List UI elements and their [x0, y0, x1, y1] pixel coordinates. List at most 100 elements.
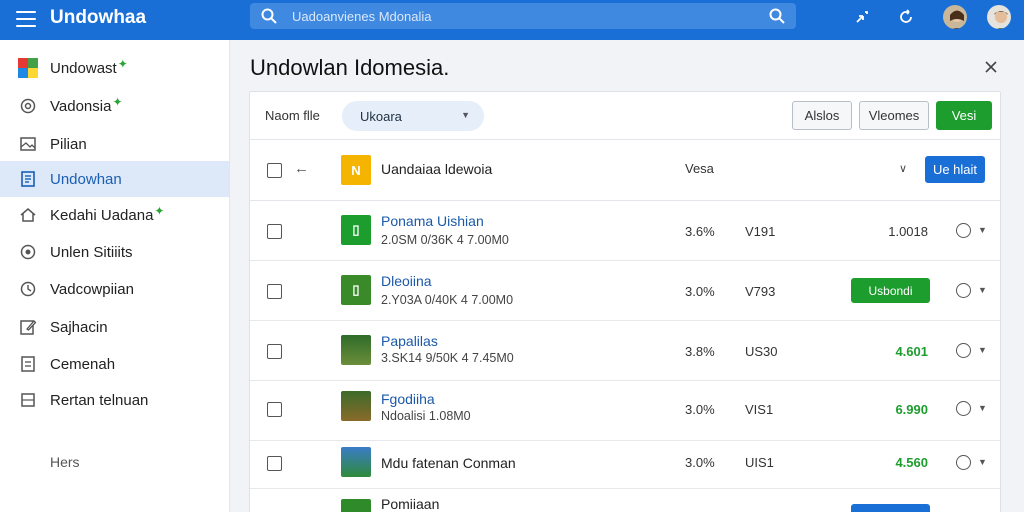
chevron-down-icon[interactable]: ▼ [978, 285, 987, 295]
settings-icon [18, 96, 38, 116]
vleomes-button[interactable]: Vleomes [859, 101, 929, 130]
row-radio[interactable] [956, 223, 971, 238]
sidebar: Undowast ✦ Vadonsia ✦ Pilian Undowhan Keda… [0, 40, 230, 512]
row-checkbox[interactable] [267, 402, 282, 417]
folder-thumbnail: N [341, 155, 371, 185]
row-checkbox[interactable] [267, 344, 282, 359]
row-subtitle: 2.0SM 0/36K 4 7.00M0 [381, 233, 509, 247]
app-title: Undowhaa [50, 7, 147, 28]
table-row[interactable]: Papalilas 3.SK14 9/50K 4 7.45M0 3.8% US3… [250, 321, 1000, 381]
table-row[interactable]: Mdu fatenan Conman 3.0% UIS1 4.560 ▼ [250, 437, 1000, 489]
header-column-label: Vesa [685, 161, 714, 176]
search-submit-icon[interactable] [768, 7, 786, 25]
row-subtitle: 3.SK14 9/50K 4 7.45M0 [381, 351, 514, 365]
top-bar: Undowhaa [0, 0, 1024, 40]
row-checkbox[interactable] [267, 456, 282, 471]
sidebar-item-label: Undowast [50, 59, 117, 77]
row-action-button[interactable]: Usbondi [851, 278, 930, 303]
sparkle-icon: ✦ [112, 95, 123, 109]
home-icon [18, 205, 38, 225]
row-name-link[interactable]: Dleoiina [381, 273, 432, 289]
sparkle-icon: ✦ [154, 204, 165, 218]
expand-icon[interactable] [854, 9, 870, 25]
row-radio[interactable] [956, 455, 971, 470]
sidebar-item-vadonsia[interactable]: Vadonsia ✦ [0, 88, 229, 124]
row-name-link[interactable]: Ponama Uishian [381, 213, 484, 229]
chevron-down-icon[interactable]: ▼ [978, 403, 987, 413]
vesi-button[interactable]: Vesi [936, 101, 992, 130]
row-value: 6.990 [895, 402, 928, 417]
row-name-link[interactable]: Mdu fatenan Conman [381, 455, 516, 471]
header-title: Uandaiaa ldewoia [381, 161, 493, 177]
user-avatar[interactable] [985, 3, 1013, 31]
row-name-link[interactable]: Papalilas [381, 333, 438, 349]
header-action-button[interactable]: Ue hlait [925, 156, 985, 183]
row-code: V793 [745, 284, 776, 299]
refresh-icon[interactable] [898, 9, 914, 25]
row-code: UIS1 [745, 455, 774, 470]
results-panel: Naom flle Ukoara ▼ Alslos Vleomes Vesi ←… [249, 91, 1001, 512]
filter-dropdown-value: Ukoara [360, 108, 402, 124]
sidebar-item-label: Rertan telnuan [50, 391, 149, 409]
row-percent: 3.0% [685, 284, 715, 299]
search-box[interactable] [250, 3, 796, 29]
row-checkbox[interactable] [267, 284, 282, 299]
row-code: US30 [745, 344, 778, 359]
close-icon[interactable] [984, 60, 998, 74]
hamburger-menu-icon[interactable] [16, 11, 36, 27]
sidebar-item-undowast[interactable]: Undowast ✦ [0, 50, 229, 86]
alslos-button[interactable]: Alslos [792, 101, 852, 130]
sidebar-item-unlen-sitiiits[interactable]: Unlen Sitiiits [0, 234, 229, 270]
filter-label: Naom flle [265, 108, 320, 123]
row-code: V191 [745, 224, 776, 239]
row-name-link[interactable]: Fgodiiha [381, 391, 435, 407]
chevron-down-icon[interactable]: ∨ [899, 162, 907, 175]
table-row[interactable]: ▯ Ponama Uishian 2.0SM 0/36K 4 7.00M0 3.… [250, 201, 1000, 261]
row-percent: 3.0% [685, 455, 715, 470]
sidebar-item-label: Undowhan [50, 170, 122, 188]
row-action-button[interactable] [851, 504, 930, 512]
select-all-checkbox[interactable] [267, 163, 282, 178]
row-radio[interactable] [956, 283, 971, 298]
sidebar-item-label: Kedahi Uadana [50, 206, 154, 224]
document-icon [18, 169, 38, 189]
sidebar-item-pilian[interactable]: Pilian [0, 126, 229, 162]
sidebar-footer-link[interactable]: Hers [50, 454, 80, 470]
row-percent: 3.0% [685, 402, 715, 417]
table-row[interactable]: Pomiiaan [250, 489, 1000, 512]
back-arrow-icon[interactable]: ← [294, 160, 309, 177]
sparkle-icon: ✦ [117, 57, 128, 71]
table-header-row: ← N Uandaiaa ldewoia Vesa ∨ Ue hlait [250, 140, 1000, 201]
sidebar-item-label: Sajhacin [50, 318, 108, 336]
table-row[interactable]: Fgodiiha Ndoalisi 1.08M0 3.0% VIS1 6.990… [250, 381, 1000, 441]
sidebar-item-label: Vadonsia [50, 97, 112, 115]
sidebar-item-rertan-telnuan[interactable]: Rertan telnuan [0, 382, 229, 418]
sidebar-item-kedahi-uadana[interactable]: Kedahi Uadana ✦ [0, 197, 229, 233]
file-thumbnail [341, 391, 371, 421]
avatar[interactable] [941, 3, 969, 31]
row-name-link[interactable]: Pomiiaan [381, 496, 439, 512]
edit-icon [18, 317, 38, 337]
file-thumbnail [341, 499, 371, 512]
table-row[interactable]: ▯ Dleoiina 2.Y03A 0/40K 4 7.00M0 3.0% V7… [250, 261, 1000, 321]
row-radio[interactable] [956, 401, 971, 416]
row-checkbox[interactable] [267, 224, 282, 239]
sidebar-item-undowhan[interactable]: Undowhan [0, 161, 229, 197]
row-percent: 3.6% [685, 224, 715, 239]
row-percent: 3.8% [685, 344, 715, 359]
row-value: 4.601 [895, 344, 928, 359]
target-icon [18, 242, 38, 262]
file-thumbnail [341, 447, 371, 477]
sidebar-item-cemenah[interactable]: Cemenah [0, 346, 229, 382]
sidebar-item-sajhacin[interactable]: Sajhacin [0, 309, 229, 345]
chevron-down-icon[interactable]: ▼ [978, 225, 987, 235]
file-thumbnail [341, 335, 371, 365]
chevron-down-icon[interactable]: ▼ [978, 345, 987, 355]
location-icon [18, 279, 38, 299]
file-thumbnail: ▯ [341, 215, 371, 245]
filter-dropdown[interactable]: Ukoara ▼ [342, 101, 484, 131]
sidebar-item-vadcowpiian[interactable]: Vadcowpiian [0, 271, 229, 307]
search-input[interactable] [292, 6, 752, 26]
chevron-down-icon[interactable]: ▼ [978, 457, 987, 467]
row-radio[interactable] [956, 343, 971, 358]
